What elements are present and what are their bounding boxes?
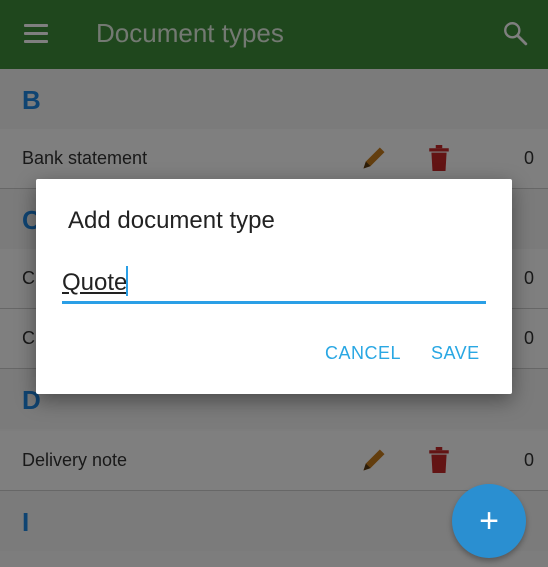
dialog-title: Add document type bbox=[68, 207, 275, 234]
add-button[interactable]: + bbox=[452, 484, 526, 558]
cancel-button[interactable]: CANCEL bbox=[325, 343, 401, 364]
add-document-type-dialog: Add document type CANCEL SAVE bbox=[36, 179, 512, 394]
save-button[interactable]: SAVE bbox=[431, 343, 480, 364]
text-cursor bbox=[126, 266, 128, 296]
